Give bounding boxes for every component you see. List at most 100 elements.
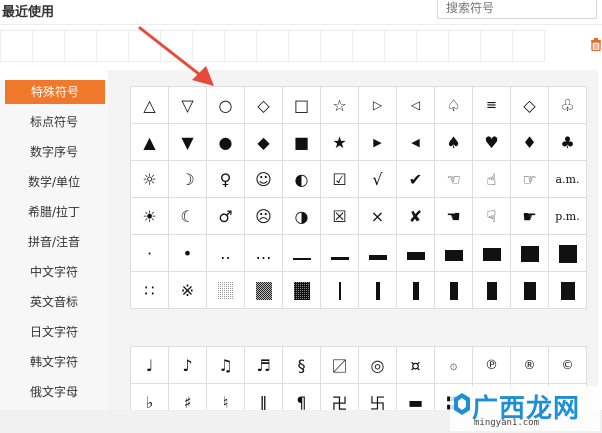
sidebar-item-numbering[interactable]: 数字序号	[0, 140, 108, 164]
symbol-cell-rule-7[interactable]	[510, 234, 549, 272]
recent-cell[interactable]	[480, 30, 513, 62]
sidebar-item-japanese[interactable]: 日文字符	[0, 320, 108, 344]
recent-cell[interactable]	[32, 30, 65, 62]
sidebar-item-special[interactable]: 特殊符号	[5, 80, 105, 104]
symbol-cell[interactable]: √	[358, 160, 397, 198]
symbol-cell[interactable]: ◎	[358, 346, 397, 384]
symbol-cell[interactable]: ♥	[472, 123, 511, 161]
symbol-cell[interactable]: △	[130, 86, 169, 124]
recent-cell[interactable]	[192, 30, 225, 62]
symbol-cell[interactable]: ●	[206, 123, 245, 161]
symbol-cell[interactable]: ☆	[320, 86, 359, 124]
recent-cell[interactable]	[0, 30, 33, 62]
recent-cell[interactable]	[224, 30, 257, 62]
symbol-cell-vbar-5[interactable]	[472, 271, 511, 309]
sidebar-item-korean[interactable]: 韩文字符	[0, 350, 108, 374]
recent-cell[interactable]	[256, 30, 289, 62]
symbol-cell[interactable]: ◇	[510, 86, 549, 124]
symbol-cell[interactable]: ☚	[434, 197, 473, 235]
sidebar-item-english-phonetic[interactable]: 英文音标	[0, 290, 108, 314]
symbol-cell[interactable]: a.m.	[548, 160, 587, 198]
symbol-cell[interactable]: 〼	[320, 346, 359, 384]
symbol-cell[interactable]: ♬	[244, 346, 283, 384]
symbol-cell-vbar-7[interactable]	[548, 271, 587, 309]
symbol-cell[interactable]: ▷	[358, 86, 397, 124]
symbol-cell[interactable]: ¤	[396, 346, 435, 384]
trash-icon[interactable]	[590, 37, 602, 53]
symbol-cell-vbar-4[interactable]	[434, 271, 473, 309]
recent-cell[interactable]	[320, 30, 353, 62]
symbol-cell[interactable]: ■	[282, 123, 321, 161]
symbol-cell-light-shade[interactable]	[206, 271, 245, 309]
symbol-cell-vbar-1[interactable]	[320, 271, 359, 309]
symbol-cell[interactable]: ‥	[206, 234, 245, 272]
sidebar-item-chinese[interactable]: 中文字符	[0, 260, 108, 284]
symbol-cell[interactable]: ☹	[244, 197, 283, 235]
symbol-cell[interactable]: ♫	[206, 346, 245, 384]
symbol-cell[interactable]: ☟	[472, 197, 511, 235]
symbol-cell-vbar-3[interactable]	[396, 271, 435, 309]
symbol-cell[interactable]: ☜	[434, 160, 473, 198]
sidebar-item-math-units[interactable]: 数学/单位	[0, 170, 108, 194]
symbol-cell[interactable]: ◁	[396, 86, 435, 124]
symbol-cell[interactable]: ☛	[510, 197, 549, 235]
symbol-cell[interactable]: ℗	[472, 346, 511, 384]
symbol-cell[interactable]: §	[282, 346, 321, 384]
sidebar-item-punctuation[interactable]: 标点符号	[0, 110, 108, 134]
symbol-cell-rule-5[interactable]	[434, 234, 473, 272]
symbol-cell-vbar-2[interactable]	[358, 271, 397, 309]
recent-cell[interactable]	[96, 30, 129, 62]
symbol-cell[interactable]: ♠	[434, 123, 473, 161]
symbol-cell[interactable]: •	[168, 234, 207, 272]
symbol-cell[interactable]: ≡	[472, 86, 511, 124]
symbol-cell[interactable]: ◑	[282, 197, 321, 235]
recent-cell[interactable]	[64, 30, 97, 62]
recent-cell[interactable]	[128, 30, 161, 62]
symbol-cell[interactable]: ♩	[130, 346, 169, 384]
symbol-cell-rule-1[interactable]	[282, 234, 321, 272]
symbol-cell[interactable]: ·	[130, 234, 169, 272]
sidebar-item-russian[interactable]: 俄文字母	[0, 380, 108, 404]
symbol-cell[interactable]: ☞	[510, 160, 549, 198]
symbol-cell[interactable]: …	[244, 234, 283, 272]
symbol-cell-rule-2[interactable]	[320, 234, 359, 272]
recent-cell[interactable]	[352, 30, 385, 62]
symbol-cell-rule-4[interactable]	[396, 234, 435, 272]
recent-cell[interactable]	[384, 30, 417, 62]
recent-cell[interactable]	[448, 30, 481, 62]
symbol-cell-rule-3[interactable]	[358, 234, 397, 272]
symbol-cell[interactable]: ◀	[396, 123, 435, 161]
search-input[interactable]	[437, 0, 597, 19]
symbol-cell[interactable]: p.m.	[548, 197, 587, 235]
symbol-cell[interactable]: ☀	[130, 197, 169, 235]
recent-cell[interactable]	[160, 30, 193, 62]
symbol-cell[interactable]: ◆	[244, 123, 283, 161]
symbol-cell[interactable]: ♣	[548, 123, 587, 161]
symbol-cell-rule-8[interactable]	[548, 234, 587, 272]
symbol-cell-medium-shade[interactable]	[244, 271, 283, 309]
symbol-cell[interactable]: ♀	[206, 160, 245, 198]
symbol-cell[interactable]: ©	[548, 346, 587, 384]
symbol-cell[interactable]: ◐	[282, 160, 321, 198]
symbol-cell[interactable]: ×	[358, 197, 397, 235]
symbol-cell[interactable]: ∷	[130, 271, 169, 309]
symbol-cell[interactable]: ★	[320, 123, 359, 161]
recent-cell[interactable]	[288, 30, 321, 62]
symbol-cell-dark-shade[interactable]	[282, 271, 321, 309]
symbol-cell[interactable]: ▼	[168, 123, 207, 161]
symbol-cell[interactable]: ☼	[130, 160, 169, 198]
symbol-cell[interactable]: ☾	[168, 197, 207, 235]
recent-cell[interactable]	[512, 30, 545, 62]
symbol-cell[interactable]: ☒	[320, 197, 359, 235]
symbol-cell[interactable]: ☽	[168, 160, 207, 198]
symbol-cell[interactable]: ▽	[168, 86, 207, 124]
symbol-cell[interactable]: □	[282, 86, 321, 124]
symbol-cell[interactable]: ▲	[130, 123, 169, 161]
symbol-cell[interactable]: ♤	[434, 86, 473, 124]
symbol-cell[interactable]: ♂	[206, 197, 245, 235]
symbol-cell-rule-6[interactable]	[472, 234, 511, 272]
symbol-cell[interactable]: ♪	[168, 346, 207, 384]
symbol-cell[interactable]: ▶	[358, 123, 397, 161]
symbol-cell[interactable]: ♦	[510, 123, 549, 161]
sidebar-item-pinyin[interactable]: 拼音/注音	[0, 230, 108, 254]
